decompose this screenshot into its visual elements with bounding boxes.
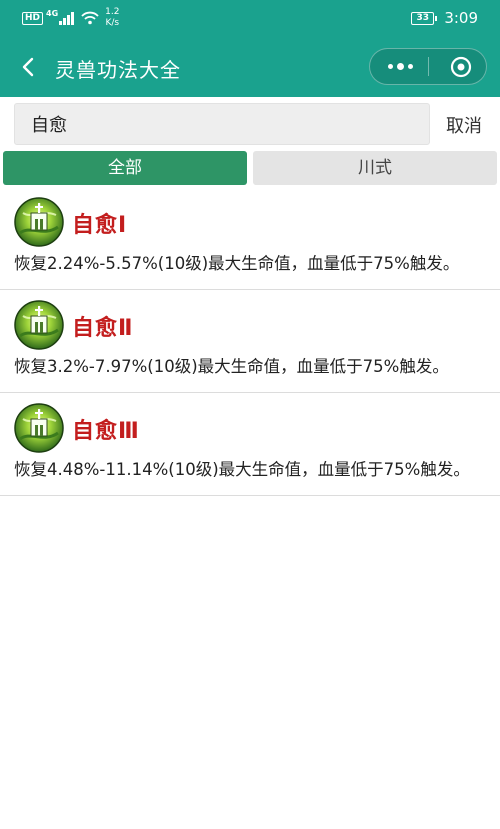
heal-skill-icon [14, 403, 64, 453]
miniprogram-capsule [369, 48, 487, 85]
page-title: 灵兽功法大全 [55, 58, 181, 82]
tab-all[interactable]: 全部 [3, 151, 247, 185]
speed-unit: K/s [105, 18, 120, 28]
skill-description: 恢复3.2%-7.97%(10级)最大生命值，血量低于75%触发。 [14, 357, 449, 376]
skill-description: 恢复2.24%-5.57%(10级)最大生命值，血量低于75%触发。 [14, 254, 460, 273]
more-dots-icon[interactable] [384, 49, 416, 84]
skill-list: 自愈Ⅰ 恢复2.24%-5.57%(10级)最大生命值，血量低于75%触发。 自… [0, 187, 500, 496]
skill-description: 恢复4.48%-11.14%(10级)最大生命值，血量低于75%触发。 [14, 460, 470, 479]
heal-skill-icon [14, 197, 64, 247]
status-time: 3:09 [444, 9, 478, 27]
hd-badge: HD [22, 11, 44, 25]
search-input[interactable] [31, 104, 411, 144]
search-bar: 取消 [0, 97, 500, 149]
nav-bar: 灵兽功法大全 [0, 38, 500, 97]
filter-tabs: 全部 川式 [0, 151, 500, 187]
signal-icon [59, 11, 75, 25]
cancel-button[interactable]: 取消 [446, 112, 482, 138]
network-speed: 1.2 K/s [105, 7, 119, 29]
skill-name: 自愈Ⅲ [72, 419, 140, 444]
skill-name: 自愈Ⅱ [72, 316, 134, 341]
tab-chuan-style[interactable]: 川式 [253, 151, 497, 185]
speed-value: 1.2 [105, 7, 120, 17]
chevron-left-icon[interactable] [14, 52, 42, 82]
search-field[interactable] [14, 103, 430, 145]
heal-skill-icon [14, 300, 64, 350]
battery-icon: 33 [411, 11, 438, 25]
app-header: HD 4G 1.2 K/s 33 3:09 灵兽功法大全 [0, 0, 500, 97]
list-item[interactable]: 自愈Ⅰ 恢复2.24%-5.57%(10级)最大生命值，血量低于75%触发。 [0, 187, 500, 290]
wifi-icon [81, 11, 99, 25]
network-type: 4G [46, 8, 59, 18]
list-item[interactable]: 自愈Ⅱ 恢复3.2%-7.97%(10级)最大生命值，血量低于75%触发。 [0, 290, 500, 393]
capsule-divider [428, 57, 429, 76]
target-circle-icon[interactable] [450, 56, 472, 78]
list-item[interactable]: 自愈Ⅲ 恢复4.48%-11.14%(10级)最大生命值，血量低于75%触发。 [0, 393, 500, 496]
status-bar: HD 4G 1.2 K/s 33 3:09 [0, 0, 500, 38]
skill-name: 自愈Ⅰ [72, 213, 128, 238]
